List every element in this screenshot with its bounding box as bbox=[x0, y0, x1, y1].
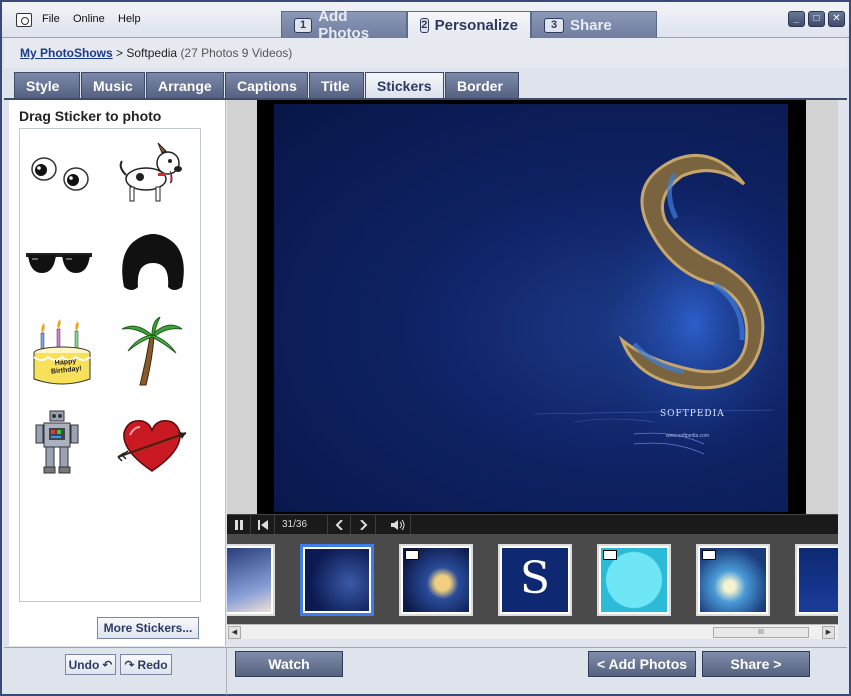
step-number: 1 bbox=[294, 17, 313, 33]
close-button[interactable]: ✕ bbox=[828, 11, 845, 27]
sticker-panel-title: Drag Sticker to photo bbox=[19, 108, 162, 124]
redo-icon: ↷ bbox=[124, 657, 135, 672]
robot-sticker[interactable] bbox=[32, 409, 102, 479]
breadcrumb-link-my-photoshows[interactable]: My PhotoShows bbox=[20, 46, 113, 60]
step-number: 3 bbox=[544, 17, 564, 33]
more-stickers-button[interactable]: More Stickers... bbox=[97, 617, 199, 639]
tab-captions[interactable]: Captions bbox=[225, 72, 308, 99]
step-label: Share bbox=[570, 16, 612, 34]
filmstrip-thumbnail[interactable] bbox=[795, 544, 838, 616]
scroll-right-arrow[interactable]: ▶ bbox=[822, 626, 835, 639]
menu-online[interactable]: Online bbox=[73, 13, 105, 25]
first-slide-button[interactable] bbox=[251, 515, 275, 535]
scrollbar-thumb[interactable]: III bbox=[713, 627, 809, 638]
watch-button[interactable]: Watch bbox=[235, 651, 343, 677]
undo-button[interactable]: Undo ↶ bbox=[65, 654, 116, 675]
share-button[interactable]: Share > bbox=[702, 651, 810, 677]
breadcrumb-current: Softpedia bbox=[126, 46, 178, 60]
filmstrip-thumbnail[interactable] bbox=[597, 544, 671, 616]
step-label: Personalize bbox=[434, 16, 518, 34]
palm-tree-sticker[interactable] bbox=[116, 315, 186, 387]
tab-music[interactable]: Music bbox=[81, 72, 145, 99]
maximize-button[interactable]: □ bbox=[808, 11, 825, 27]
slide-watermark: SOFTPEDIA bbox=[660, 409, 725, 419]
camera-icon[interactable] bbox=[16, 13, 32, 27]
step-label: Add Photos bbox=[318, 8, 370, 42]
tab-stickers[interactable]: Stickers bbox=[365, 72, 444, 99]
filmstrip-thumbnail-selected[interactable] bbox=[300, 544, 374, 616]
volume-icon[interactable] bbox=[385, 515, 411, 535]
filmstrip-scrollbar[interactable]: ◀ III ▶ bbox=[227, 624, 838, 639]
filmstrip-thumbnail[interactable] bbox=[227, 544, 275, 616]
undo-label: Undo bbox=[68, 657, 100, 672]
afro-wig-sticker[interactable] bbox=[118, 227, 188, 297]
slideshow-stage[interactable]: SOFTPEDIA www.softpedia.com bbox=[257, 100, 806, 514]
step-add-photos[interactable]: 1 Add Photos bbox=[281, 8, 407, 42]
pause-button[interactable] bbox=[227, 515, 251, 535]
slide-counter: 31/36 bbox=[282, 519, 308, 530]
playback-controls: 31/36 bbox=[227, 514, 838, 535]
redo-button[interactable]: ↷ Redo bbox=[120, 654, 172, 675]
filmstrip-thumbnail[interactable] bbox=[399, 544, 473, 616]
sunglasses-sticker[interactable] bbox=[24, 229, 94, 299]
tab-arrange[interactable]: Arrange bbox=[146, 72, 224, 99]
step-personalize[interactable]: 2 Personalize bbox=[407, 11, 531, 38]
googly-eyes-sticker[interactable] bbox=[24, 141, 94, 211]
next-slide-button[interactable] bbox=[352, 515, 376, 535]
breadcrumb-separator: > bbox=[116, 46, 124, 60]
video-camera-icon bbox=[702, 550, 716, 560]
menu-help[interactable]: Help bbox=[118, 13, 141, 25]
tab-style[interactable]: Style bbox=[14, 72, 80, 99]
redo-label: Redo bbox=[137, 657, 168, 672]
add-photos-button[interactable]: < Add Photos bbox=[588, 651, 696, 677]
bottom-divider bbox=[226, 648, 227, 695]
video-camera-icon bbox=[603, 550, 617, 560]
bottom-bar: Undo ↶ ↷ Redo Watch < Add Photos Share > bbox=[4, 647, 847, 695]
tab-title[interactable]: Title bbox=[309, 72, 364, 99]
undo-icon: ↶ bbox=[102, 657, 113, 672]
app-window: File Online Help 1 Add Photos 2 Personal… bbox=[0, 0, 851, 696]
video-camera-icon bbox=[405, 550, 419, 560]
filmstrip: S bbox=[227, 534, 838, 624]
step-number: 2 bbox=[420, 17, 429, 33]
personalize-tabs: Style Music Arrange Captions Title Stick… bbox=[14, 72, 519, 99]
tab-border[interactable]: Border bbox=[445, 72, 519, 99]
slide-url: www.softpedia.com bbox=[666, 433, 710, 439]
media-count: (27 Photos 9 Videos) bbox=[180, 46, 293, 60]
birthday-cake-sticker[interactable]: Happy Birthday! bbox=[30, 319, 100, 389]
title-bar: File Online Help 1 Add Photos 2 Personal… bbox=[2, 2, 849, 42]
step-tabs: 1 Add Photos 2 Personalize 3 Share bbox=[281, 8, 657, 42]
previous-slide-button[interactable] bbox=[327, 515, 351, 535]
dog-sticker[interactable] bbox=[116, 139, 186, 209]
filmstrip-thumbnail[interactable] bbox=[696, 544, 770, 616]
sticker-gallery: Happy Birthday! bbox=[19, 128, 201, 602]
sticker-panel: Drag Sticker to photo Happy Birthday! Mo… bbox=[9, 100, 226, 646]
minimize-button[interactable]: _ bbox=[788, 11, 805, 27]
scroll-left-arrow[interactable]: ◀ bbox=[228, 626, 241, 639]
breadcrumb: My PhotoShows > Softpedia (27 Photos 9 V… bbox=[4, 38, 847, 68]
current-slide[interactable]: SOFTPEDIA www.softpedia.com bbox=[274, 104, 788, 512]
heart-arrow-sticker[interactable] bbox=[116, 411, 187, 481]
menu-file[interactable]: File bbox=[42, 13, 60, 25]
preview-area: SOFTPEDIA www.softpedia.com bbox=[227, 100, 838, 514]
filmstrip-thumbnail[interactable]: S bbox=[498, 544, 572, 616]
step-share[interactable]: 3 Share bbox=[531, 11, 657, 38]
